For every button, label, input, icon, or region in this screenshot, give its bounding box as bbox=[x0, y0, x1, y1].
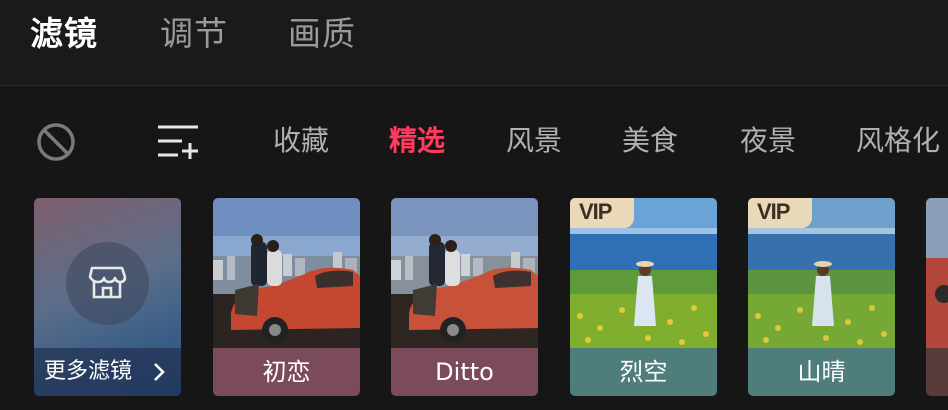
filter-card-shanqing[interactable]: VIP 山晴 bbox=[748, 198, 895, 396]
tab-adjust[interactable]: 调节 bbox=[160, 12, 228, 56]
store-icon bbox=[88, 266, 127, 299]
category-night[interactable]: 夜景 bbox=[740, 120, 796, 162]
filter-thumbnail bbox=[213, 198, 360, 348]
no-filter-icon[interactable] bbox=[36, 122, 76, 162]
tab-filter[interactable]: 滤镜 bbox=[30, 12, 98, 56]
filter-label: Ditto bbox=[391, 348, 538, 396]
tab-quality[interactable]: 画质 bbox=[288, 12, 356, 56]
category-food[interactable]: 美食 bbox=[622, 120, 678, 162]
filter-label: 山晴 bbox=[748, 348, 895, 396]
filter-card-chulian[interactable]: 初恋 bbox=[213, 198, 360, 396]
category-row bbox=[0, 86, 948, 198]
filter-label bbox=[926, 348, 948, 396]
category-featured[interactable]: 精选 bbox=[389, 120, 445, 162]
filter-panel: 滤镜 调节 画质 收藏 精选 风景 美食 夜景 风格化 更多滤镜 初恋 Ditt… bbox=[0, 0, 948, 410]
top-tab-bar: 滤镜 调节 画质 bbox=[0, 0, 948, 86]
category-favorites[interactable]: 收藏 bbox=[273, 120, 329, 162]
filter-card-partial[interactable] bbox=[926, 198, 948, 396]
filter-label: 初恋 bbox=[213, 348, 360, 396]
filter-card-liekong[interactable]: VIP 烈空 bbox=[570, 198, 717, 396]
filter-card-ditto[interactable]: Ditto bbox=[391, 198, 538, 396]
more-filters-card[interactable]: 更多滤镜 bbox=[34, 198, 181, 396]
vip-badge: VIP bbox=[748, 198, 812, 228]
manage-list-icon[interactable] bbox=[156, 123, 200, 161]
filter-label: 烈空 bbox=[570, 348, 717, 396]
filter-thumbnail bbox=[926, 198, 948, 348]
chevron-right-icon bbox=[154, 363, 165, 381]
filter-thumbnail bbox=[391, 198, 538, 348]
category-scenery[interactable]: 风景 bbox=[506, 120, 562, 162]
category-stylized[interactable]: 风格化 bbox=[856, 120, 940, 162]
vip-badge: VIP bbox=[570, 198, 634, 228]
